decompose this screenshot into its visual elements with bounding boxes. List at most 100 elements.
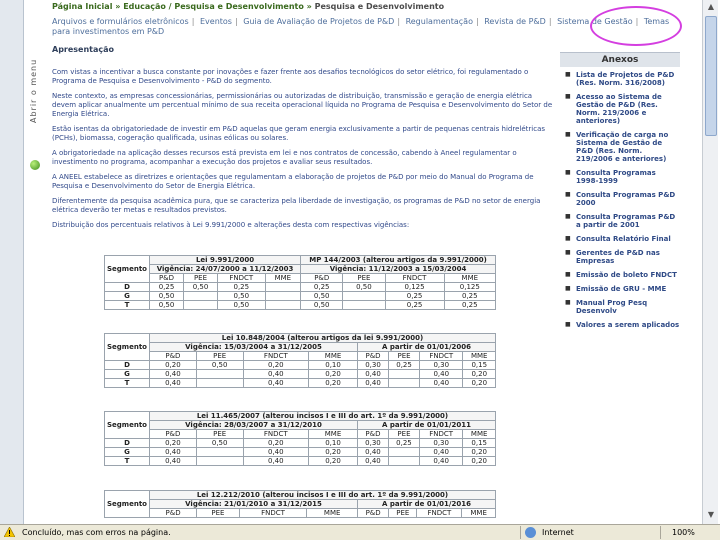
value-cell: 0,20 — [308, 447, 358, 457]
sidebar-item[interactable]: Verificação de carga no Sistema de Gestã… — [560, 131, 680, 163]
value-cell — [264, 291, 302, 301]
column-header: PEE — [387, 429, 420, 439]
segment-cell: T — [104, 378, 150, 388]
value-cell: 0,20 — [462, 369, 496, 379]
status-message: Concluído, mas com erros na página. — [22, 528, 171, 537]
column-header: PEE — [388, 351, 421, 361]
sidebar-item[interactable]: Consulta Programas P&D 2000 — [560, 191, 680, 207]
crumb-home-link[interactable]: Página Inicial — [52, 2, 112, 11]
validity-header: A partir de 01/01/2016 — [356, 499, 497, 509]
law-header: Lei 12.212/2010 (alterou incisos I e III… — [148, 490, 497, 500]
table-body: D 0,20 0,50 0,20 0,10 0,30 0,25 0,30 0,15 G 0,40 0,… — [104, 360, 496, 388]
column-header: FNDCT — [384, 273, 445, 283]
value-cell: 0,40 — [418, 456, 464, 466]
value-cell: 0,50 — [148, 291, 184, 301]
value-cell: 0,125 — [384, 282, 445, 292]
percent-table-4: Segmento Lei 12.212/2010 (alterou inciso… — [104, 490, 497, 518]
page-header: Página Inicial » Educação / Pesquisa e D… — [52, 2, 680, 42]
nav-link-guia[interactable]: Guia de Avaliação de Projetos de P&D — [243, 17, 394, 26]
column-header: MME — [306, 508, 358, 518]
column-header: FNDCT — [419, 351, 464, 361]
column-header: PEE — [195, 429, 244, 439]
value-cell — [264, 282, 302, 292]
sidebar-item[interactable]: Lista de Projetos de P&D (Res. Norm. 316… — [560, 71, 680, 87]
sidebar-item[interactable]: Consulta Programas 1998-1999 — [560, 169, 680, 185]
value-cell — [195, 369, 244, 379]
sidebar-item[interactable]: Gerentes de P&D nas Empresas — [560, 249, 680, 265]
value-cell: 0,50 — [216, 291, 266, 301]
value-cell: 0,30 — [418, 438, 464, 448]
open-menu-button[interactable]: Abrir o menu — [27, 45, 43, 125]
section-nav: Arquivos e formulários eletrônicos | Even… — [52, 17, 670, 36]
value-cell: 0,20 — [148, 360, 197, 370]
sidebar-item[interactable]: Emissão de boleto FNDCT — [560, 271, 680, 279]
sidebar-item[interactable]: Emissão de GRU - MME — [560, 285, 680, 293]
table-row: G 0,40 0,40 0,20 0,40 0,40 0,20 — [104, 447, 496, 457]
annex-sidebar: Anexos Lista de Projetos de P&D (Res. No… — [560, 52, 680, 335]
sidebar-item[interactable]: Manual Prog Pesq Desenvolv — [560, 299, 680, 315]
value-cell — [342, 300, 386, 310]
paragraph: Neste contexto, as empresas concessionár… — [52, 92, 553, 118]
segment-cell: G — [104, 447, 150, 457]
nav-link-arquivos[interactable]: Arquivos e formulários eletrônicos — [52, 17, 189, 26]
highlight-ellipse — [590, 6, 682, 46]
status-bar: Concluído, mas com erros na página. Inte… — [0, 524, 720, 540]
segment-header: Segmento — [104, 411, 150, 439]
value-cell: 0,40 — [419, 369, 464, 379]
sidebar-item[interactable]: Consulta Relatório Final — [560, 235, 680, 243]
value-cell: 0,40 — [148, 369, 197, 379]
table-row: T 0,50 0,50 0,50 0,25 0,25 — [104, 300, 497, 310]
segment-header: Segmento — [104, 255, 150, 283]
value-cell: 0,25 — [388, 360, 421, 370]
value-cell: 0,25 — [300, 282, 344, 292]
value-cell — [264, 300, 302, 310]
vertical-scrollbar[interactable]: ▲ ▼ — [702, 0, 718, 524]
value-cell: 0,10 — [308, 360, 359, 370]
law-header: Lei 10.848/2004 (alterou artigos da lei … — [148, 333, 497, 343]
column-header: P&D — [356, 508, 390, 518]
zoom-level[interactable]: 100% — [672, 528, 695, 537]
green-orb-icon — [30, 160, 40, 170]
nav-link-regulamentacao[interactable]: Regulamentação — [406, 17, 473, 26]
value-cell: 0,25 — [384, 291, 445, 301]
table-body: D 0,25 0,50 0,25 0,25 0,50 0,125 0,125 G 0,50 0,50… — [104, 282, 497, 310]
column-header: FNDCT — [418, 429, 464, 439]
column-header: FNDCT — [416, 508, 463, 518]
value-cell — [182, 300, 218, 310]
scrollbar-thumb[interactable] — [705, 16, 717, 136]
paragraph: A ANEEL estabelece as diretrizes e orien… — [52, 173, 534, 190]
open-menu-label: Abrir o menu — [29, 58, 38, 123]
paragraph: A obrigatoriedade na aplicação desses re… — [52, 149, 517, 166]
crumb-section-link[interactable]: Educação / Pesquisa e Desenvolvimento — [123, 2, 304, 11]
sidebar-item[interactable]: Valores a serem aplicados — [560, 321, 680, 329]
percent-table-3: Segmento Lei 11.465/2007 (alterou inciso… — [104, 411, 497, 466]
value-cell — [182, 291, 218, 301]
value-cell: 0,25 — [148, 282, 184, 292]
column-header: MME — [308, 351, 359, 361]
value-cell — [387, 456, 420, 466]
warning-icon[interactable] — [4, 527, 15, 537]
validity-header: Vigência: 28/03/2007 a 31/12/2010 — [148, 420, 358, 430]
column-header: PEE — [388, 508, 418, 518]
paragraph: Diferentemente da pesquisa acadêmica pur… — [52, 197, 541, 214]
sidebar-item[interactable]: Acesso ao Sistema de Gestão de P&D (Res.… — [560, 93, 680, 125]
value-cell: 0,40 — [418, 447, 464, 457]
nav-link-revista[interactable]: Revista de P&D — [484, 17, 546, 26]
value-cell: 0,40 — [356, 447, 389, 457]
value-cell: 0,40 — [242, 369, 310, 379]
value-cell: 0,25 — [216, 282, 266, 292]
value-cell: 0,20 — [308, 369, 359, 379]
column-header: P&D — [300, 273, 344, 283]
table-body: D 0,20 0,50 0,20 0,10 0,30 0,25 0,30 0,15 G 0,40 0,… — [104, 438, 496, 466]
value-cell: 0,50 — [300, 300, 344, 310]
law-header: MP 144/2003 (alterou artigos da 9.991/20… — [300, 255, 496, 265]
main-content: Apresentação Com vistas a incentivar a b… — [52, 45, 557, 240]
scroll-up-arrow-icon[interactable]: ▲ — [705, 2, 717, 14]
segment-cell: G — [104, 369, 150, 379]
column-header: MME — [264, 273, 302, 283]
value-cell: 0,40 — [242, 378, 310, 388]
scroll-down-arrow-icon[interactable]: ▼ — [705, 510, 717, 522]
validity-header: Vigência: 11/12/2003 a 15/03/2004 — [300, 264, 496, 274]
nav-link-eventos[interactable]: Eventos — [200, 17, 232, 26]
sidebar-item[interactable]: Consulta Programas P&D a partir de 2001 — [560, 213, 680, 229]
